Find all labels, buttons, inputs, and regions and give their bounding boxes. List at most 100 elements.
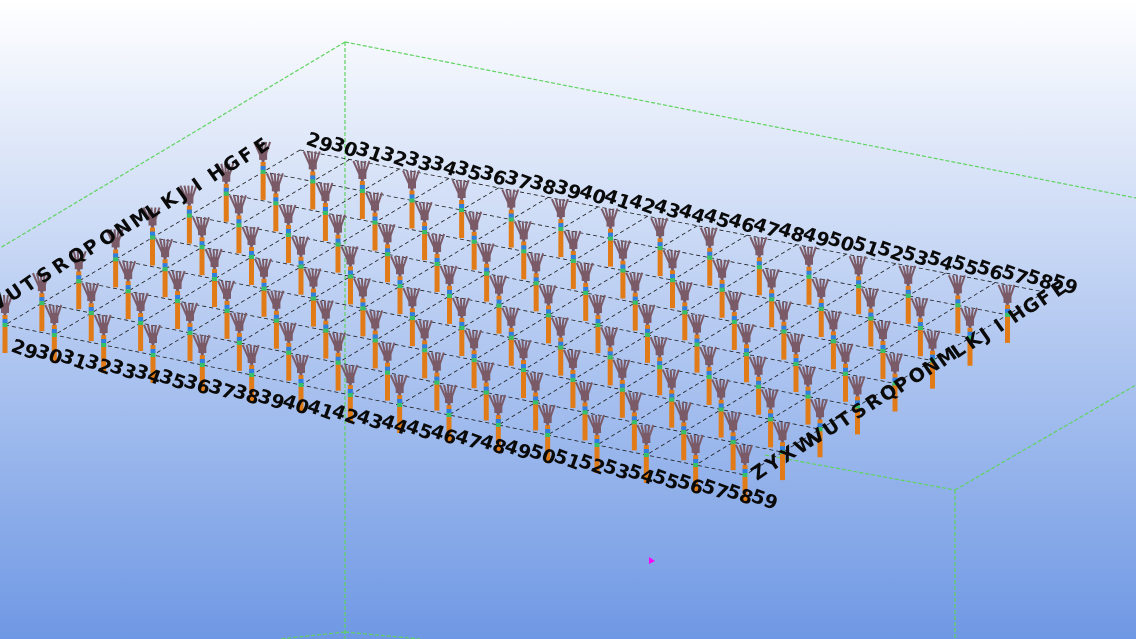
column-band xyxy=(495,419,501,423)
column-band xyxy=(508,217,514,222)
column-band xyxy=(359,188,365,193)
column-band xyxy=(348,274,353,279)
column-band xyxy=(632,300,638,305)
column-band xyxy=(360,302,366,307)
column-capital xyxy=(396,264,404,275)
column-band xyxy=(830,335,836,340)
column-band xyxy=(372,338,378,343)
column-band xyxy=(558,345,564,350)
column-capital xyxy=(754,364,763,375)
column-capital xyxy=(519,348,528,359)
column-band xyxy=(693,459,699,463)
column-capital xyxy=(99,323,108,333)
column-band xyxy=(533,281,539,286)
column-band xyxy=(298,379,304,383)
column-band xyxy=(670,274,675,279)
column-capital xyxy=(346,373,355,383)
column-band xyxy=(917,322,923,327)
column-band xyxy=(76,275,82,280)
column-band xyxy=(212,272,218,277)
column-capital xyxy=(308,159,317,170)
column-capital xyxy=(470,219,479,230)
column-band xyxy=(471,358,477,363)
column-capital xyxy=(284,330,293,341)
column-band xyxy=(359,184,365,189)
column-band xyxy=(385,252,391,257)
model-scene[interactable]: 2930313233343536373839404142434445464748… xyxy=(0,0,1136,639)
column-band xyxy=(707,251,713,256)
column-band xyxy=(138,316,144,321)
column-capital xyxy=(742,332,751,343)
column-band xyxy=(150,235,155,240)
column-band xyxy=(608,232,613,237)
column-band xyxy=(607,351,613,356)
column-capital xyxy=(544,293,553,304)
column-band xyxy=(260,165,266,170)
column-capital xyxy=(817,286,826,297)
column-capital xyxy=(680,290,689,301)
column-band xyxy=(495,423,501,427)
column-capital xyxy=(260,266,268,277)
column-band xyxy=(768,413,774,418)
column-band xyxy=(682,310,688,315)
column-capital xyxy=(916,306,925,317)
column-band xyxy=(645,328,650,333)
column-capital xyxy=(186,310,194,321)
column-capital xyxy=(432,360,441,371)
column-capital xyxy=(334,340,343,351)
column-band xyxy=(224,308,230,313)
column-capital xyxy=(50,313,59,323)
column-capital xyxy=(606,216,615,227)
column-capital xyxy=(853,384,862,395)
3d-viewport[interactable]: 29 30 31 32 33 34 35 36 37 38 39 40 41 42 43 44 45 46 47 48… xyxy=(0,0,1136,639)
column-capital xyxy=(741,453,749,463)
column-capital xyxy=(953,283,962,294)
column-capital xyxy=(581,390,589,401)
column-capital xyxy=(543,413,552,423)
column-band xyxy=(830,339,836,344)
column-band xyxy=(483,390,489,395)
column-band xyxy=(521,364,526,369)
column-band xyxy=(261,282,267,287)
column-capital xyxy=(767,277,776,288)
column-band xyxy=(323,324,329,329)
column-capital xyxy=(334,222,342,233)
column-band xyxy=(718,407,724,412)
column-capital xyxy=(778,430,787,441)
column-capital xyxy=(829,319,838,330)
column-capital xyxy=(556,207,565,218)
column-capital xyxy=(321,308,330,319)
column-capital xyxy=(346,254,355,265)
column-band xyxy=(595,319,601,324)
column-band xyxy=(236,223,242,228)
column-band xyxy=(583,286,589,291)
column-band xyxy=(545,433,551,437)
column-capital xyxy=(531,380,540,391)
column-band xyxy=(101,339,107,343)
column-band xyxy=(2,319,8,323)
column-capital xyxy=(729,420,738,431)
column-capital xyxy=(445,273,454,284)
column-capital xyxy=(705,354,714,365)
column-band xyxy=(657,242,663,247)
column-band xyxy=(744,348,749,353)
column-capital xyxy=(445,393,453,403)
column-band xyxy=(385,248,391,253)
column-band xyxy=(447,293,452,298)
column-capital xyxy=(271,181,280,192)
column-band xyxy=(397,280,403,285)
column-band xyxy=(595,323,601,328)
column-band xyxy=(348,270,353,275)
column-band xyxy=(223,191,229,196)
column-band xyxy=(533,400,539,405)
column-band xyxy=(521,245,527,250)
column-band xyxy=(607,355,613,360)
column-capital xyxy=(457,305,466,316)
column-band xyxy=(186,213,192,218)
column-band xyxy=(731,315,737,320)
column-band xyxy=(669,393,675,398)
column-capital xyxy=(358,286,367,297)
column-band xyxy=(594,443,600,447)
column-band xyxy=(570,373,576,378)
column-band xyxy=(76,279,82,284)
